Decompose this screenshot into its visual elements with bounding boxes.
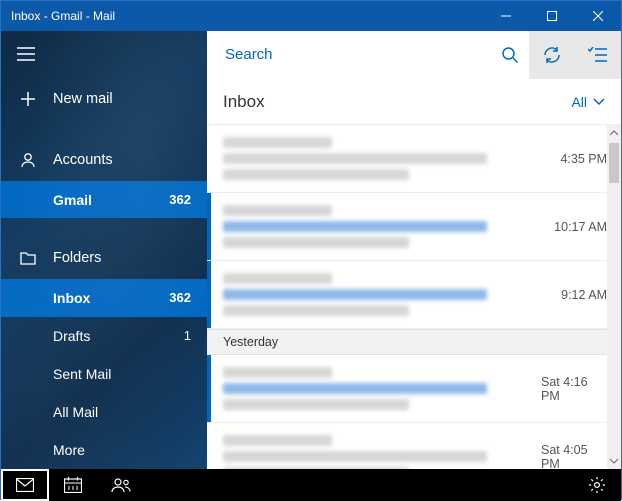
- search-box[interactable]: [207, 31, 529, 79]
- close-button[interactable]: [575, 1, 621, 31]
- gear-icon: [588, 476, 606, 494]
- minimize-button[interactable]: [483, 1, 529, 31]
- folder-count: 1: [184, 328, 191, 343]
- select-icon: [588, 47, 608, 63]
- accounts-label: Accounts: [53, 152, 191, 168]
- folders-header[interactable]: Folders: [1, 236, 207, 279]
- folder-label: More: [53, 442, 191, 458]
- folder-inbox[interactable]: Inbox362: [1, 279, 207, 317]
- main-pane: Inbox All 4:35 PM10:17 AM9:12 AMYesterda…: [207, 31, 621, 469]
- account-gmail[interactable]: Gmail 362: [1, 181, 207, 218]
- folder-icon: [17, 251, 39, 265]
- person-icon: [17, 152, 39, 168]
- settings-button[interactable]: [573, 469, 621, 501]
- maximize-button[interactable]: [529, 1, 575, 31]
- scroll-up-arrow[interactable]: [607, 125, 621, 141]
- list-header: Inbox All: [207, 79, 621, 125]
- mail-item[interactable]: 9:12 AM: [207, 261, 621, 329]
- app-bar: [1, 469, 621, 501]
- folders-label: Folders: [53, 250, 191, 266]
- title-bar: Inbox - Gmail - Mail: [1, 1, 621, 31]
- mail-preview: [211, 125, 541, 192]
- hamburger-icon: [17, 47, 35, 61]
- scroll-down-arrow[interactable]: [607, 453, 621, 469]
- folder-sent-mail[interactable]: Sent Mail: [1, 355, 207, 393]
- sync-button[interactable]: [529, 31, 575, 79]
- window-title: Inbox - Gmail - Mail: [1, 9, 483, 23]
- filter-label: All: [571, 94, 587, 110]
- folder-more[interactable]: More: [1, 431, 207, 469]
- mail-preview: [211, 193, 541, 260]
- mail-item[interactable]: Sat 4:05 PM: [207, 423, 621, 469]
- group-header-yesterday: Yesterday: [207, 329, 621, 355]
- mail-preview: [211, 261, 541, 328]
- plus-icon: [17, 91, 39, 107]
- scrollbar[interactable]: [607, 125, 621, 469]
- select-mode-button[interactable]: [575, 31, 621, 79]
- people-icon: [111, 477, 131, 493]
- mail-icon: [16, 478, 34, 492]
- mail-app-button[interactable]: [1, 469, 49, 501]
- list-title: Inbox: [223, 92, 571, 112]
- folder-label: Sent Mail: [53, 366, 191, 382]
- folder-all-mail[interactable]: All Mail: [1, 393, 207, 431]
- mail-item[interactable]: 10:17 AM: [207, 193, 621, 261]
- search-icon[interactable]: [491, 46, 529, 64]
- mail-preview: [211, 355, 541, 422]
- folder-label: Inbox: [53, 290, 169, 306]
- search-bar: [207, 31, 621, 79]
- new-mail-label: New mail: [53, 91, 191, 107]
- calendar-app-button[interactable]: [49, 469, 97, 501]
- chevron-down-icon: [593, 98, 605, 106]
- account-count: 362: [169, 192, 191, 207]
- new-mail-button[interactable]: New mail: [1, 78, 207, 121]
- people-app-button[interactable]: [97, 469, 145, 501]
- mail-item[interactable]: 4:35 PM: [207, 125, 621, 193]
- scroll-thumb[interactable]: [609, 143, 619, 183]
- refresh-icon: [542, 45, 562, 65]
- folder-drafts[interactable]: Drafts1: [1, 317, 207, 355]
- account-name: Gmail: [53, 192, 169, 208]
- mail-preview: [211, 423, 541, 469]
- filter-dropdown[interactable]: All: [571, 94, 605, 110]
- search-input[interactable]: [225, 46, 491, 63]
- hamburger-menu-button[interactable]: [1, 31, 207, 78]
- calendar-icon: [64, 477, 82, 493]
- folder-label: All Mail: [53, 404, 191, 420]
- mail-list[interactable]: 4:35 PM10:17 AM9:12 AMYesterdaySat 4:16 …: [207, 125, 621, 469]
- folder-count: 362: [169, 290, 191, 305]
- folder-label: Drafts: [53, 328, 184, 344]
- sidebar: New mail Accounts Gmail 362 Folders Inbo…: [1, 31, 207, 469]
- mail-item[interactable]: Sat 4:16 PM: [207, 355, 621, 423]
- accounts-header[interactable]: Accounts: [1, 138, 207, 181]
